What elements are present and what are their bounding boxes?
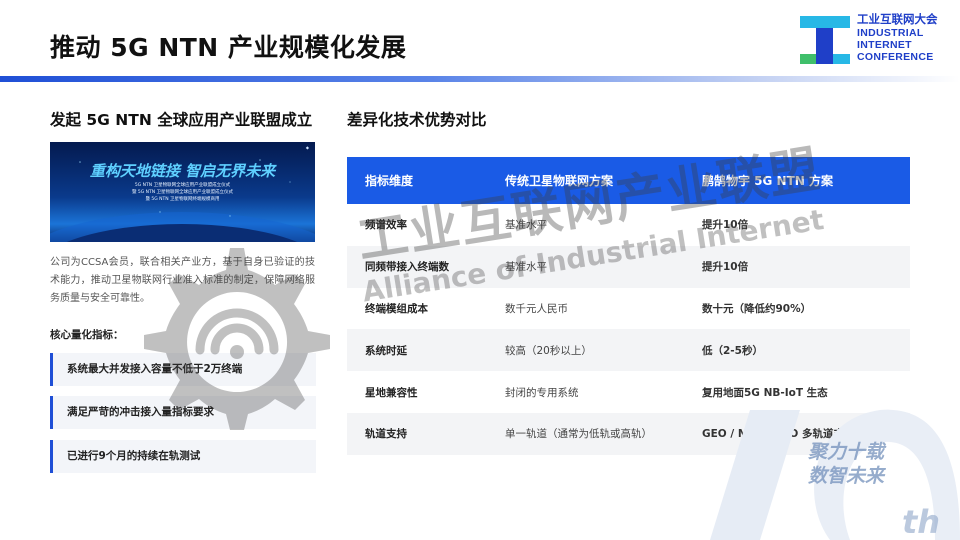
- metric-item: 满足严苛的冲击接入量指标要求: [50, 396, 316, 429]
- table-cell-5g-ntn: 提升10倍: [702, 261, 749, 274]
- anniversary-slogan-line: 聚力十载: [808, 441, 885, 463]
- banner-subtitle-line: 暨 5G NTN 卫星物联网全球应用产业联盟成立仪式: [131, 190, 234, 195]
- table-cell-5g-ntn: 复用地面5G NB-IoT 生态: [702, 386, 828, 399]
- conference-logo-icon: [800, 16, 850, 64]
- anniversary-slogan-line: 数智未来: [808, 465, 885, 487]
- table-cell-dimension: 系统时延: [365, 344, 407, 357]
- table-header-cell: 指标维度: [365, 174, 414, 188]
- banner-subtitle-line: 暨 5G NTN 卫星物联网终端规模商用: [145, 197, 220, 202]
- anniversary-slogan: 聚力十载 数智未来: [808, 440, 884, 488]
- comparison-table: 指标维度 传统卫星物联网方案 鹏鹄物宇 5G NTN 方案 频谱效率 基准水平 …: [347, 157, 910, 455]
- table-cell-dimension: 频谱效率: [365, 219, 407, 232]
- table-cell-dimension: 轨道支持: [365, 428, 407, 441]
- metric-item: 系统最大并发接入容量不低于2万终端: [50, 353, 316, 386]
- logo-en-line: INDUSTRIAL: [857, 27, 924, 39]
- logo-cn-text: 工业互联网大会: [857, 14, 938, 26]
- table-cell-5g-ntn: 数十元（降低约90%）: [702, 302, 812, 315]
- right-section-heading: 差异化技术优势对比: [347, 111, 487, 129]
- table-cell-traditional: 基准水平: [505, 261, 547, 274]
- table-cell-dimension: 星地兼容性: [365, 386, 418, 399]
- table-header-row: 指标维度 传统卫星物联网方案 鹏鹄物宇 5G NTN 方案: [347, 157, 910, 204]
- table-header-cell: 传统卫星物联网方案: [505, 174, 614, 188]
- table-cell-traditional: 数千元人民币: [505, 302, 568, 315]
- anniversary-suffix: th: [902, 503, 941, 540]
- metric-item: 已进行9个月的持续在轨测试: [50, 440, 316, 473]
- metrics-label: 核心量化指标：: [50, 329, 124, 341]
- table-cell-traditional: 较高（20秒以上）: [505, 344, 592, 357]
- table-row: 系统时延 较高（20秒以上） 低（2-5秒）: [347, 329, 910, 372]
- alliance-banner-image: ◆ 重构天地链接 智启无界未来 5G NTN 卫星物联网全球应用产业联盟成立仪式…: [50, 142, 315, 242]
- table-cell-5g-ntn: 低（2-5秒）: [702, 344, 763, 357]
- table-cell-dimension: 同频带接入终端数: [365, 261, 449, 274]
- logo-en-line: INTERNET: [857, 39, 912, 51]
- table-cell-traditional: 基准水平: [505, 219, 547, 232]
- intro-paragraph: 公司为CCSA会员，联合相关产业方，基于自身已验证的技术能力，推动卫星物联网行业…: [50, 257, 315, 304]
- header-gradient-bar: [0, 76, 960, 82]
- table-cell-traditional: 封闭的专用系统: [505, 386, 579, 399]
- left-section-heading: 发起 5G NTN 全球应用产业联盟成立: [50, 111, 313, 129]
- table-cell-5g-ntn: 提升10倍: [702, 219, 749, 232]
- logo-en-line: CONFERENCE: [857, 51, 934, 63]
- page-title: 推动 5G NTN 产业规模化发展: [50, 33, 407, 62]
- banner-corner-logo-icon: ◆: [305, 145, 309, 150]
- banner-slogan: 重构天地链接 智启无界未来: [89, 162, 276, 180]
- table-row: 同频带接入终端数 基准水平 提升10倍: [347, 245, 910, 288]
- banner-subtitle-line: 5G NTN 卫星物联网全球应用产业联盟成立仪式: [134, 183, 231, 188]
- table-header-cell: 鹏鹄物宇 5G NTN 方案: [702, 174, 834, 188]
- table-row: 终端模组成本 数千元人民币 数十元（降低约90%）: [347, 287, 910, 330]
- conference-logo: 工业互联网大会 INDUSTRIAL INTERNET CONFERENCE: [800, 14, 950, 66]
- table-row: 星地兼容性 封闭的专用系统 复用地面5G NB-IoT 生态: [347, 371, 910, 413]
- table-row: 频谱效率 基准水平 提升10倍: [347, 204, 910, 246]
- table-cell-dimension: 终端模组成本: [365, 302, 428, 315]
- table-cell-traditional: 单一轨道（通常为低轨或高轨）: [505, 428, 652, 441]
